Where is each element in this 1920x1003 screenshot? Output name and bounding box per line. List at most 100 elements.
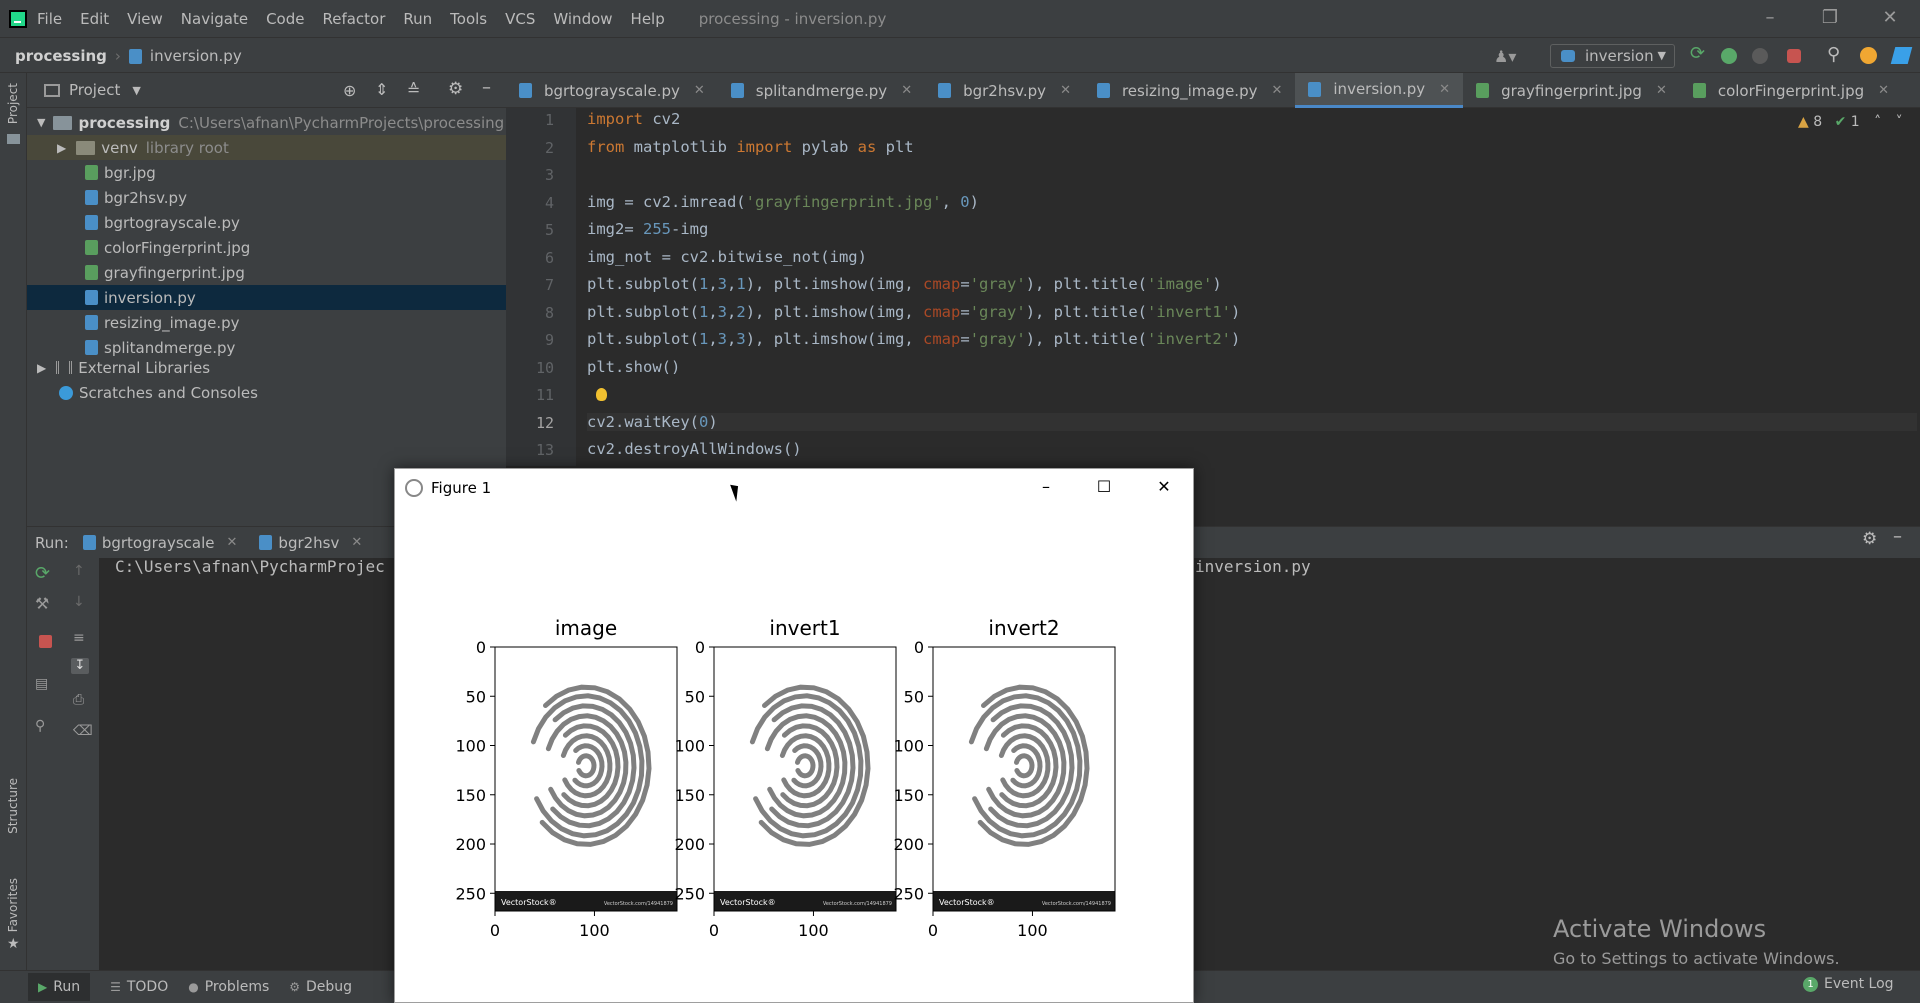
- tool-tab-problems[interactable]: ● Problems: [188, 979, 269, 995]
- tool-tab-debug[interactable]: ⚙ Debug: [289, 979, 352, 995]
- tree-file-item[interactable]: bgrtograyscale.py: [27, 210, 506, 235]
- trash-icon[interactable]: ⌫: [73, 723, 93, 739]
- chevron-down-icon[interactable]: ˅: [1896, 114, 1903, 130]
- print-icon[interactable]: ⎙: [73, 692, 91, 708]
- pin-icon[interactable]: ⚲: [35, 718, 53, 734]
- stop-icon[interactable]: [1787, 49, 1801, 63]
- menu-item-refactor[interactable]: Refactor: [322, 10, 385, 28]
- structure-tool-tab[interactable]: Structure: [6, 778, 20, 834]
- tree-file-label: grayfingerprint.jpg: [104, 263, 245, 282]
- run-tab[interactable]: bgrtograyscale ✕: [82, 533, 238, 552]
- tree-file-item[interactable]: grayfingerprint.jpg: [27, 260, 506, 285]
- run-tab[interactable]: bgr2hsv ✕: [259, 534, 362, 552]
- close-tab-icon[interactable]: ✕: [1878, 83, 1889, 98]
- tree-root[interactable]: ▼ processing C:\Users\afnan\PycharmProje…: [27, 110, 506, 135]
- locate-icon[interactable]: ⊕: [343, 81, 356, 100]
- hide-panel-icon[interactable]: –: [1893, 526, 1902, 547]
- breadcrumb-file[interactable]: inversion.py: [150, 47, 242, 65]
- project-tool-tab[interactable]: Project: [6, 83, 20, 124]
- event-log[interactable]: 1 Event Log: [1803, 976, 1894, 992]
- minimize-icon[interactable]: –: [1740, 0, 1800, 37]
- project-panel-header: Project ▼ ⊕ ⇕ ≙ ⚙ –: [27, 73, 506, 108]
- editor-tab[interactable]: bgr2hsv.py ✕: [925, 73, 1084, 108]
- wrench-icon[interactable]: ⚒: [35, 594, 53, 613]
- menu-item-tools[interactable]: Tools: [450, 10, 487, 28]
- editor-tab-label: grayfingerprint.jpg: [1501, 81, 1642, 100]
- debug-icon[interactable]: [1721, 48, 1737, 64]
- menu-item-edit[interactable]: Edit: [80, 10, 109, 28]
- menu-item-navigate[interactable]: Navigate: [181, 10, 248, 28]
- menu-item-vcs[interactable]: VCS: [505, 10, 535, 28]
- tree-file-item[interactable]: inversion.py: [27, 285, 506, 310]
- coverage-icon[interactable]: [1752, 48, 1768, 64]
- run-icon[interactable]: ⟳: [1690, 43, 1708, 64]
- menu-item-view[interactable]: View: [127, 10, 163, 28]
- close-tab-icon[interactable]: ✕: [1271, 83, 1282, 98]
- user-icon[interactable]: ♟▾: [1494, 47, 1516, 66]
- gear-icon[interactable]: ⚙: [1862, 529, 1877, 549]
- menu-item-run[interactable]: Run: [403, 10, 432, 28]
- tool-tab-run[interactable]: ▶ Run: [28, 973, 91, 1001]
- maximize-icon[interactable]: ☐: [1075, 469, 1133, 507]
- editor-tab[interactable]: bgrtograyscale.py ✕: [506, 73, 718, 108]
- soft-wrap-icon[interactable]: ≡: [73, 630, 91, 646]
- stop-icon[interactable]: [39, 635, 52, 648]
- tree-file-item[interactable]: bgr.jpg: [27, 160, 506, 185]
- arrow-down-icon[interactable]: ↓: [73, 594, 91, 610]
- close-tab-icon[interactable]: ✕: [227, 535, 238, 550]
- tool-tab-todo[interactable]: ☰ TODO: [110, 979, 168, 995]
- code-editor[interactable]: import cv2 from matplotlib import pylab …: [576, 108, 1920, 466]
- jetbrains-toolbox-icon[interactable]: [1890, 47, 1913, 64]
- update-icon[interactable]: [1860, 47, 1877, 64]
- line-number: 12: [535, 414, 554, 432]
- expand-all-icon[interactable]: ⇕: [375, 80, 388, 99]
- close-tab-icon[interactable]: ✕: [1060, 83, 1071, 98]
- tree-venv[interactable]: ▶ venv library root: [27, 135, 506, 160]
- restore-icon[interactable]: ❐: [1800, 0, 1860, 37]
- close-tab-icon[interactable]: ✕: [694, 83, 705, 98]
- menu-item-code[interactable]: Code: [266, 10, 304, 28]
- tree-file-item[interactable]: resizing_image.py: [27, 310, 506, 335]
- rerun-icon[interactable]: ⟳: [35, 563, 53, 584]
- tree-file-item[interactable]: bgr2hsv.py: [27, 185, 506, 210]
- editor-tab[interactable]: inversion.py ✕: [1295, 73, 1464, 108]
- chevron-down-icon[interactable]: ▼: [132, 84, 140, 97]
- favorites-tool-tab[interactable]: Favorites: [6, 878, 20, 932]
- x-tick-label: 100: [798, 921, 829, 940]
- close-icon[interactable]: ✕: [1135, 469, 1193, 507]
- editor-tab[interactable]: grayfingerprint.jpg ✕: [1463, 73, 1680, 108]
- minimize-icon[interactable]: –: [1017, 469, 1075, 507]
- collapse-all-icon[interactable]: ≙: [407, 80, 420, 99]
- chevron-up-icon[interactable]: ˄: [1874, 114, 1881, 130]
- run-tab-label: bgrtograyscale: [101, 533, 215, 552]
- close-tab-icon[interactable]: ✕: [901, 83, 912, 98]
- menu-item-help[interactable]: Help: [631, 10, 665, 28]
- figure-window[interactable]: Figure 1 – ☐ ✕ image VectorStock® VectorSt…: [394, 468, 1194, 1003]
- menu-item-file[interactable]: File: [37, 10, 62, 28]
- arrow-up-icon[interactable]: ↑: [73, 563, 91, 579]
- search-icon[interactable]: ⚲: [1827, 44, 1840, 65]
- editor-tab[interactable]: splitandmerge.py ✕: [718, 73, 925, 108]
- gear-icon[interactable]: ⚙: [448, 79, 463, 99]
- tree-file-item[interactable]: colorFingerprint.jpg: [27, 235, 506, 260]
- close-tab-icon[interactable]: ✕: [1656, 83, 1667, 98]
- folder-icon: [53, 115, 73, 130]
- editor-tab[interactable]: colorFingerprint.jpg ✕: [1680, 73, 1902, 108]
- tree-external-libraries[interactable]: ▶ External Libraries: [27, 355, 506, 380]
- close-icon[interactable]: ✕: [1860, 0, 1920, 37]
- inspection-widget[interactable]: ▲ 8 ✔ 1 ˄ ˅: [1798, 114, 1903, 130]
- lightbulb-icon[interactable]: [596, 388, 607, 401]
- menu-item-window[interactable]: Window: [553, 10, 612, 28]
- layout-icon[interactable]: ▤: [35, 676, 53, 692]
- line-number: 7: [544, 276, 554, 294]
- hide-panel-icon[interactable]: –: [482, 77, 491, 98]
- tree-scratches[interactable]: Scratches and Consoles: [27, 380, 506, 405]
- breadcrumb-project[interactable]: processing: [15, 47, 107, 65]
- close-tab-icon[interactable]: ✕: [351, 535, 362, 550]
- run-config-select[interactable]: inversion ▼: [1550, 44, 1675, 68]
- editor-tab[interactable]: resizing_image.py ✕: [1084, 73, 1295, 108]
- scroll-to-end-icon[interactable]: ↧: [71, 658, 89, 674]
- close-tab-icon[interactable]: ✕: [1439, 82, 1450, 97]
- project-panel-title[interactable]: Project: [69, 81, 120, 99]
- line-number: 4: [544, 194, 554, 212]
